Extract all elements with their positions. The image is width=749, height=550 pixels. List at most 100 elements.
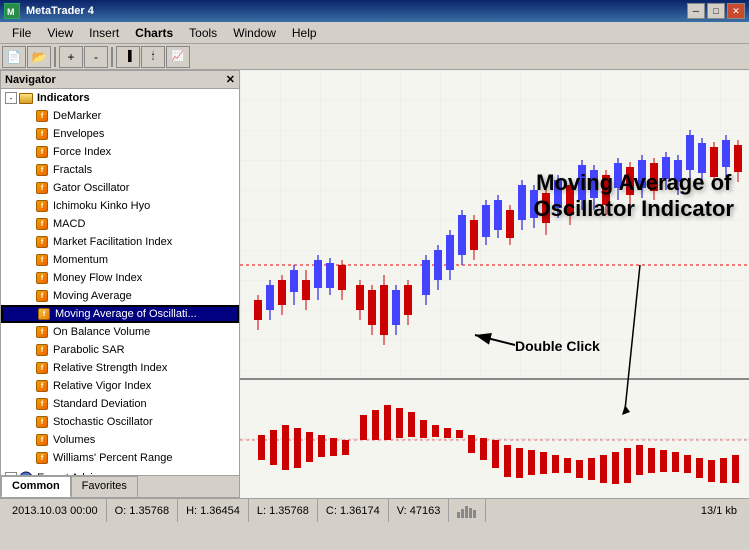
indicator-icon: f: [35, 361, 49, 375]
list-item[interactable]: f Fractals: [1, 161, 239, 179]
navigator-header: Navigator ✕: [1, 71, 239, 89]
menu-tools[interactable]: Tools: [181, 24, 225, 42]
indicator-icon: f: [35, 163, 49, 177]
status-chart-bars: [449, 499, 486, 522]
indicators-folder-icon: [19, 91, 33, 105]
toolbar-zoom-out[interactable]: -: [84, 46, 108, 68]
tab-favorites[interactable]: Favorites: [71, 476, 138, 497]
menu-file[interactable]: File: [4, 24, 39, 42]
navigator-close-button[interactable]: ✕: [226, 73, 235, 86]
tab-common[interactable]: Common: [1, 476, 71, 497]
list-item[interactable]: f Market Facilitation Index: [1, 233, 239, 251]
menu-insert[interactable]: Insert: [81, 24, 127, 42]
item-label: Williams' Percent Range: [53, 452, 172, 464]
navigator-panel: Navigator ✕ - Indicators f DeMarker f En…: [0, 70, 240, 498]
close-button[interactable]: ✕: [727, 3, 745, 19]
navigator-body[interactable]: - Indicators f DeMarker f Envelopes f Fo…: [1, 89, 239, 475]
list-item[interactable]: f Parabolic SAR: [1, 341, 239, 359]
item-label: Relative Strength Index: [53, 362, 167, 374]
item-label: Parabolic SAR: [53, 344, 125, 356]
item-label: Momentum: [53, 254, 108, 266]
list-item[interactable]: f Stochastic Oscillator: [1, 413, 239, 431]
selected-item-label: Moving Average of Oscillati...: [55, 308, 197, 320]
list-item[interactable]: f On Balance Volume: [1, 323, 239, 341]
status-high: H: 1.36454: [178, 499, 249, 522]
item-label: Volumes: [53, 434, 95, 446]
toolbar-sep2: [111, 47, 113, 67]
toolbar-new[interactable]: 📄: [2, 46, 26, 68]
item-label: Relative Vigor Index: [53, 380, 151, 392]
window-controls[interactable]: ─ □ ✕: [687, 3, 745, 19]
item-label: Moving Average: [53, 290, 132, 302]
chart-area[interactable]: Moving Average ofOscillator Indicator Do…: [240, 70, 749, 498]
list-item[interactable]: f Volumes: [1, 431, 239, 449]
list-item[interactable]: f Envelopes: [1, 125, 239, 143]
toolbar-open[interactable]: 📂: [27, 46, 51, 68]
indicator-icon: f: [35, 235, 49, 249]
menu-charts[interactable]: Charts: [127, 24, 181, 42]
list-item[interactable]: f MACD: [1, 215, 239, 233]
menu-window[interactable]: Window: [225, 24, 284, 42]
status-volume: V: 47163: [389, 499, 450, 522]
item-label: Market Facilitation Index: [53, 236, 172, 248]
list-item[interactable]: f Relative Vigor Index: [1, 377, 239, 395]
title-bar: M MetaTrader 4 ─ □ ✕: [0, 0, 749, 22]
item-label: Standard Deviation: [53, 398, 147, 410]
item-label: Fractals: [53, 164, 92, 176]
toolbar-candle-chart[interactable]: 🕯: [141, 46, 165, 68]
window-title: MetaTrader 4: [26, 5, 94, 17]
indicators-label: Indicators: [37, 92, 90, 104]
item-label: Force Index: [53, 146, 111, 158]
menu-bar: File View Insert Charts Tools Window Hel…: [0, 22, 749, 44]
menu-view[interactable]: View: [39, 24, 81, 42]
minimize-button[interactable]: ─: [687, 3, 705, 19]
maximize-button[interactable]: □: [707, 3, 725, 19]
item-label: MACD: [53, 218, 85, 230]
list-item[interactable]: f Williams' Percent Range: [1, 449, 239, 467]
indicator-icon: f: [35, 271, 49, 285]
indicator-icon: f: [35, 415, 49, 429]
indicator-icon: f: [35, 289, 49, 303]
list-item[interactable]: f Moving Average: [1, 287, 239, 305]
status-chart-info: 13/1 kb: [693, 499, 745, 522]
oscillator-svg: [240, 380, 749, 498]
indicator-icon: f: [35, 451, 49, 465]
item-label: Envelopes: [53, 128, 104, 140]
status-close: C: 1.36174: [318, 499, 389, 522]
list-item[interactable]: f Gator Oscillator: [1, 179, 239, 197]
list-item[interactable]: f Relative Strength Index: [1, 359, 239, 377]
moving-average-oscillator-item[interactable]: f Moving Average of Oscillati...: [1, 305, 239, 323]
list-item[interactable]: f Force Index: [1, 143, 239, 161]
indicator-icon: f: [35, 127, 49, 141]
item-label: On Balance Volume: [53, 326, 150, 338]
list-item[interactable]: f DeMarker: [1, 107, 239, 125]
svg-text:M: M: [7, 7, 15, 17]
status-datetime: 2013.10.03 00:00: [4, 499, 107, 522]
toolbar-sep1: [54, 47, 56, 67]
indicator-icon: f: [35, 181, 49, 195]
toolbar-line-chart[interactable]: 📈: [166, 46, 190, 68]
list-item[interactable]: f Standard Deviation: [1, 395, 239, 413]
item-label: Money Flow Index: [53, 272, 142, 284]
indicator-icon: f: [35, 343, 49, 357]
list-item[interactable]: f Momentum: [1, 251, 239, 269]
indicator-icon: f: [35, 379, 49, 393]
indicator-icon: f: [35, 217, 49, 231]
toolbar-bar-chart[interactable]: ▐: [116, 46, 140, 68]
indicator-icon: f: [35, 145, 49, 159]
toolbar: 📄 📂 + - ▐ 🕯 📈: [0, 44, 749, 70]
item-label: Stochastic Oscillator: [53, 416, 153, 428]
indicator-icon: f: [35, 325, 49, 339]
indicators-section[interactable]: - Indicators: [1, 89, 239, 107]
list-item[interactable]: f Money Flow Index: [1, 269, 239, 287]
list-item[interactable]: f Ichimoku Kinko Hyo: [1, 197, 239, 215]
item-label: Gator Oscillator: [53, 182, 129, 194]
toolbar-zoom-in[interactable]: +: [59, 46, 83, 68]
indicator-icon: f: [35, 109, 49, 123]
item-label: DeMarker: [53, 110, 101, 122]
indicators-expand[interactable]: -: [5, 92, 17, 104]
indicator-icon: f: [35, 397, 49, 411]
navigator-tabs: Common Favorites: [1, 475, 239, 497]
app-icon: M: [4, 3, 20, 19]
menu-help[interactable]: Help: [284, 24, 325, 42]
